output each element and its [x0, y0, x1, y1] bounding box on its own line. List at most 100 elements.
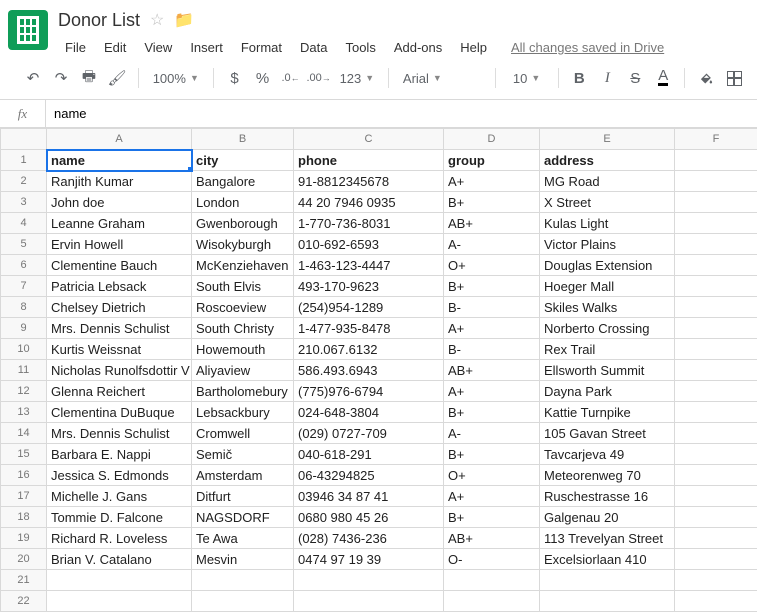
cell[interactable] [675, 339, 757, 360]
cell[interactable] [675, 423, 757, 444]
menu-addons[interactable]: Add-ons [387, 36, 449, 59]
cell[interactable]: 0680 980 45 26 [294, 507, 444, 528]
cell[interactable]: A+ [444, 171, 540, 192]
select-all-corner[interactable] [1, 129, 47, 150]
cell[interactable]: Glenna Reichert [47, 381, 192, 402]
cell[interactable]: (029) 0727-709 [294, 423, 444, 444]
cell[interactable]: 03946 34 87 41 [294, 486, 444, 507]
cell[interactable]: A+ [444, 318, 540, 339]
cell[interactable]: B- [444, 297, 540, 318]
cell[interactable]: Leanne Graham [47, 213, 192, 234]
cell[interactable]: Meteorenweg 70 [540, 465, 675, 486]
cell[interactable] [675, 318, 757, 339]
cell[interactable] [444, 570, 540, 591]
cell[interactable] [675, 276, 757, 297]
cell[interactable]: address [540, 150, 675, 171]
cell[interactable]: O+ [444, 255, 540, 276]
cell[interactable]: AB+ [444, 360, 540, 381]
cell[interactable] [675, 486, 757, 507]
row-header[interactable]: 21 [1, 570, 47, 591]
row-header[interactable]: 13 [1, 402, 47, 423]
row-header[interactable]: 2 [1, 171, 47, 192]
cell[interactable]: Roscoeview [192, 297, 294, 318]
menu-edit[interactable]: Edit [97, 36, 133, 59]
menu-view[interactable]: View [137, 36, 179, 59]
cell[interactable]: O+ [444, 465, 540, 486]
cell[interactable]: South Elvis [192, 276, 294, 297]
cell[interactable]: Skiles Walks [540, 297, 675, 318]
cell[interactable]: Richard R. Loveless [47, 528, 192, 549]
cell[interactable] [675, 171, 757, 192]
cell[interactable]: Howemouth [192, 339, 294, 360]
row-header[interactable]: 15 [1, 444, 47, 465]
cell[interactable]: John doe [47, 192, 192, 213]
cell[interactable]: 010-692-6593 [294, 234, 444, 255]
cell[interactable] [192, 591, 294, 612]
row-header[interactable]: 9 [1, 318, 47, 339]
row-header[interactable]: 3 [1, 192, 47, 213]
save-status[interactable]: All changes saved in Drive [504, 36, 671, 59]
row-header[interactable]: 19 [1, 528, 47, 549]
cell[interactable] [675, 507, 757, 528]
row-header[interactable]: 6 [1, 255, 47, 276]
cell[interactable]: B+ [444, 276, 540, 297]
cell[interactable]: Amsterdam [192, 465, 294, 486]
cell[interactable]: NAGSDORF [192, 507, 294, 528]
row-header[interactable]: 5 [1, 234, 47, 255]
cell[interactable]: Douglas Extension [540, 255, 675, 276]
undo-button[interactable]: ↶ [20, 65, 46, 91]
cell[interactable] [675, 591, 757, 612]
cell[interactable] [294, 570, 444, 591]
cell[interactable]: B- [444, 339, 540, 360]
cell[interactable]: Bartholomebury [192, 381, 294, 402]
cell[interactable] [675, 549, 757, 570]
cell[interactable] [675, 444, 757, 465]
cell[interactable]: 024-648-3804 [294, 402, 444, 423]
cell[interactable]: Gwenborough [192, 213, 294, 234]
row-header[interactable]: 20 [1, 549, 47, 570]
menu-format[interactable]: Format [234, 36, 289, 59]
cell[interactable]: MG Road [540, 171, 675, 192]
cell[interactable]: Galgenau 20 [540, 507, 675, 528]
cell[interactable]: 06-43294825 [294, 465, 444, 486]
cell[interactable]: Jessica S. Edmonds [47, 465, 192, 486]
cell[interactable] [47, 570, 192, 591]
cell[interactable]: Dayna Park [540, 381, 675, 402]
document-title[interactable]: Donor List [58, 10, 140, 31]
cell[interactable]: Kattie Turnpike [540, 402, 675, 423]
cell[interactable]: Rex Trail [540, 339, 675, 360]
cell[interactable]: (775)976-6794 [294, 381, 444, 402]
cell[interactable]: name [47, 150, 192, 171]
paint-format-button[interactable]: 🖌 [104, 65, 130, 91]
strike-button[interactable]: S [622, 65, 648, 91]
cell[interactable]: B+ [444, 192, 540, 213]
cell[interactable]: Bangalore [192, 171, 294, 192]
cell[interactable]: B+ [444, 402, 540, 423]
redo-button[interactable]: ↷ [48, 65, 74, 91]
italic-button[interactable]: I [594, 65, 620, 91]
cell[interactable] [675, 213, 757, 234]
menu-data[interactable]: Data [293, 36, 334, 59]
cell[interactable]: Kurtis Weissnat [47, 339, 192, 360]
cell[interactable]: Lebsackbury [192, 402, 294, 423]
cell[interactable] [675, 381, 757, 402]
cell[interactable] [444, 591, 540, 612]
cell[interactable]: Tavcarjeva 49 [540, 444, 675, 465]
cell[interactable]: Nicholas Runolfsdottir V [47, 360, 192, 381]
cell[interactable]: X Street [540, 192, 675, 213]
menu-tools[interactable]: Tools [338, 36, 382, 59]
print-button[interactable]: 🖶 [76, 65, 102, 91]
percent-button[interactable]: % [250, 65, 276, 91]
cell[interactable]: 586.493.6943 [294, 360, 444, 381]
font-select[interactable]: Arial▼ [397, 65, 487, 91]
row-header[interactable]: 11 [1, 360, 47, 381]
cell[interactable] [47, 591, 192, 612]
cell[interactable]: 105 Gavan Street [540, 423, 675, 444]
cell[interactable]: Kulas Light [540, 213, 675, 234]
cell[interactable]: A- [444, 234, 540, 255]
font-size-select[interactable]: 10▼ [504, 65, 550, 91]
cell[interactable] [675, 402, 757, 423]
cell[interactable]: Clementina DuBuque [47, 402, 192, 423]
cell[interactable]: Clementine Bauch [47, 255, 192, 276]
column-header-c[interactable]: C [294, 129, 444, 150]
